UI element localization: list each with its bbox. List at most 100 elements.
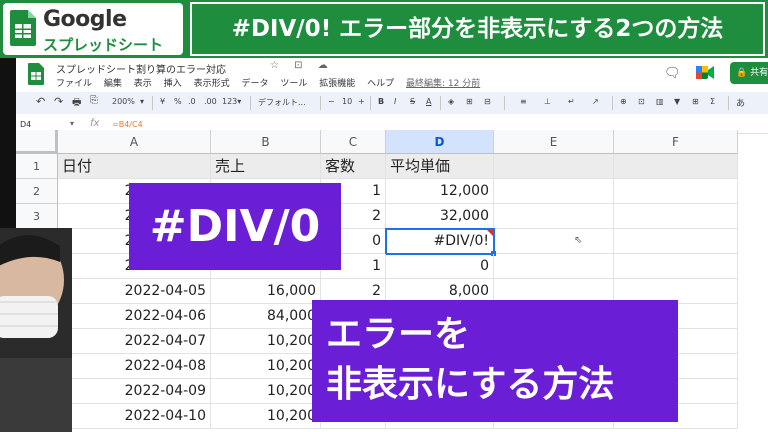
menu-help[interactable]: ヘルプ [367,79,394,89]
insert-link-icon[interactable]: ⊕ [620,97,627,106]
column-header-a[interactable]: A [58,130,211,154]
toolbar: ↶ ↷ 🖶 ⎘ 200% ▾ ¥ % .0 .00 123▾ デフォルト... … [16,92,768,114]
cell-a8[interactable]: 2022-04-07 [58,329,211,354]
cell-f3[interactable] [614,204,738,229]
brand-product-text: スプレッドシート [43,36,164,54]
fill-color-icon[interactable]: ◈ [448,97,454,106]
error-indicator-icon[interactable] [487,230,493,236]
insert-chart-icon[interactable]: ▥ [656,97,664,106]
cell-f4[interactable] [614,229,738,254]
italic-button[interactable]: I [394,97,396,106]
toolbar-divider [152,96,153,110]
cell-e3[interactable] [494,204,614,229]
font-select[interactable]: デフォルト... [258,97,306,108]
hide-error-line2: 非表示にする方法 [326,364,615,405]
column-header-b[interactable]: B [211,130,321,154]
menu-data[interactable]: データ [241,79,268,89]
currency-format-button[interactable]: ¥ [160,97,165,106]
menu-format[interactable]: 表示形式 [194,79,230,89]
cell-a6[interactable]: 2022-04-05 [58,279,211,304]
strikethrough-button[interactable]: S [410,97,415,106]
share-button[interactable]: 🔒 共有 [730,62,768,84]
increase-decimal-button[interactable]: .00 [204,97,217,106]
more-formats-select[interactable]: 123▾ [222,97,241,106]
font-size-decrease-icon[interactable]: − [328,97,335,106]
paint-format-icon[interactable]: ⎘ [90,95,98,106]
cell-b6[interactable]: 16,000 [211,279,321,304]
menu-tools[interactable]: ツール [280,79,307,89]
cell-d4[interactable]: #DIV/0! [386,229,494,254]
cell-e1[interactable] [494,154,614,179]
text-wrap-icon[interactable]: ↵ [568,97,575,106]
percent-format-button[interactable]: % [174,97,182,106]
cell-f5[interactable] [614,254,738,279]
font-size-input[interactable]: 10 [342,97,352,106]
name-box[interactable]: D4 [20,120,31,129]
vertical-align-icon[interactable]: ⊥ [544,97,551,106]
column-header-d[interactable]: D [386,130,494,154]
column-header-f[interactable]: F [614,130,738,154]
filter-views-icon[interactable]: ⊞ [692,97,699,106]
google-meet-icon[interactable] [696,66,714,79]
star-move-cloud-icons[interactable]: ☆ ⊡ ☁ [270,60,334,71]
menu-insert[interactable]: 挿入 [164,79,182,89]
cell-e2[interactable] [494,179,614,204]
cell-a9[interactable]: 2022-04-08 [58,354,211,379]
text-color-button[interactable]: A [426,97,431,106]
last-edit-link[interactable]: 最終編集: 12 分前 [406,79,480,89]
merge-cells-icon[interactable]: ⊟ [484,97,491,106]
zoom-select[interactable]: 200% [112,97,135,106]
cell-f2[interactable] [614,179,738,204]
cell-b1[interactable]: 売上 [211,154,321,179]
decrease-decimal-button[interactable]: .0 [188,97,196,106]
print-icon[interactable]: 🖶 [72,95,81,112]
horizontal-align-icon[interactable]: ≡ [520,97,527,106]
menu-edit[interactable]: 編集 [104,79,122,89]
formula-input[interactable]: =B4/C4 [112,120,143,129]
row-header[interactable]: 1 [16,154,58,179]
bold-button[interactable]: B [378,97,384,106]
cell-b10[interactable]: 10,200 [211,379,321,404]
input-tools-button[interactable]: あ [736,96,745,109]
column-header-e[interactable]: E [494,130,614,154]
cell-a10[interactable]: 2022-04-09 [58,379,211,404]
document-title[interactable]: スプレッドシート割り算のエラー対応 [56,61,226,76]
cell-a1[interactable]: 日付 [58,154,211,179]
menu-view[interactable]: 表示 [134,79,152,89]
cell-d3[interactable]: 32,000 [386,204,494,229]
insert-comment-icon[interactable]: ⊡ [638,97,645,106]
filter-icon[interactable]: ▼ [674,97,680,106]
cell-b7[interactable]: 84,000 [211,304,321,329]
select-all-corner[interactable] [16,130,58,154]
column-header-c[interactable]: C [321,130,386,154]
cell-b9[interactable]: 10,200 [211,354,321,379]
sheets-doc-icon[interactable] [28,63,44,85]
cell-a11[interactable]: 2022-04-10 [58,404,211,429]
row-header[interactable]: 3 [16,204,58,229]
borders-icon[interactable]: ⊞ [466,97,473,106]
cell-f1[interactable] [614,154,738,179]
font-size-increase-icon[interactable]: + [358,97,365,106]
menu-extensions[interactable]: 拡張機能 [319,79,355,89]
cell-a7[interactable]: 2022-04-06 [58,304,211,329]
cell-b11[interactable]: 10,200 [211,404,321,429]
zoom-caret-icon[interactable]: ▾ [140,97,144,106]
cell-c1[interactable]: 客数 [321,154,386,179]
menu-file[interactable]: ファイル [56,79,92,89]
text-rotation-icon[interactable]: ↗ [592,97,599,106]
cell-e4[interactable] [494,229,614,254]
functions-icon[interactable]: Σ [710,97,715,106]
cell-d1[interactable]: 平均単価 [386,154,494,179]
fx-icon: fx [90,118,100,129]
cell-d5[interactable]: 0 [386,254,494,279]
cell-e5[interactable] [494,254,614,279]
cell-b8[interactable]: 10,200 [211,329,321,354]
row-header[interactable]: 2 [16,179,58,204]
chevron-down-icon[interactable]: ▾ [70,119,74,128]
redo-icon[interactable]: ↷ [54,95,63,108]
cell-d2[interactable]: 12,000 [386,179,494,204]
comment-history-icon[interactable]: 🗨 [664,66,681,81]
undo-icon[interactable]: ↶ [36,95,45,108]
banner-title: #DIV/0! エラー部分を非表示にする2つの方法 [190,2,765,56]
hide-error-callout: エラーを 非表示にする方法 [312,300,678,422]
